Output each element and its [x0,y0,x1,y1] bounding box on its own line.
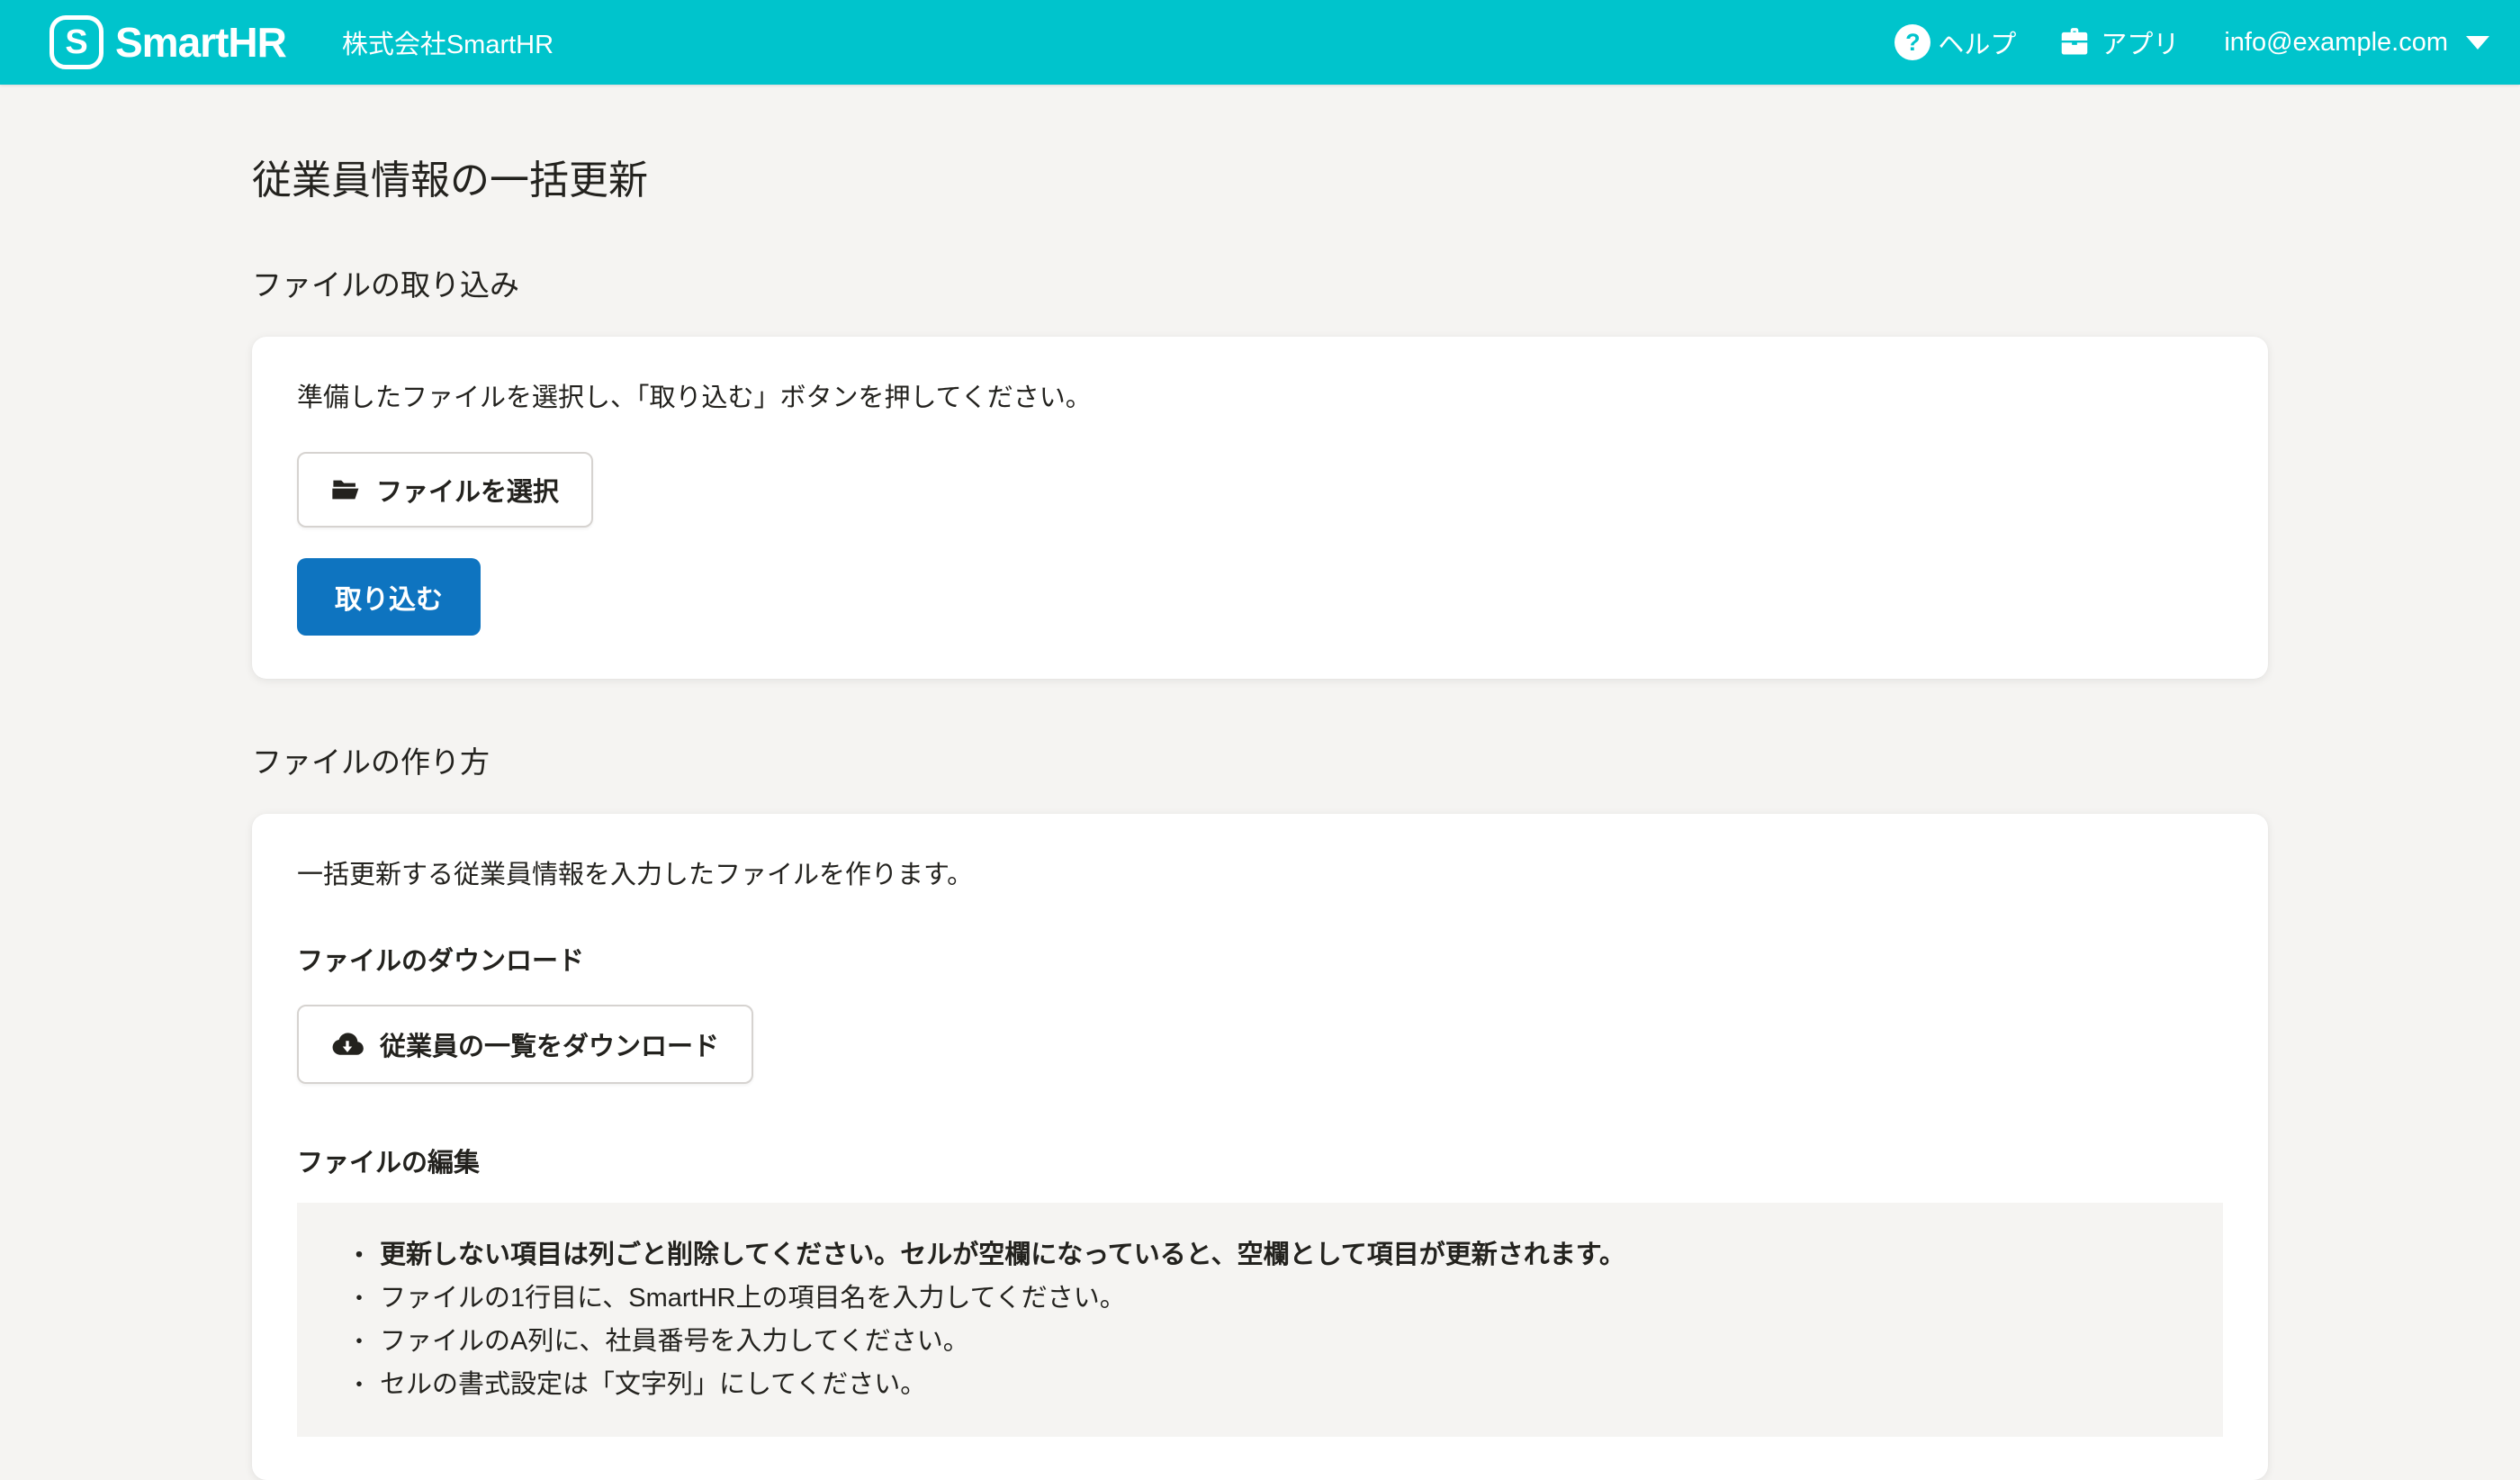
create-card: 一括更新する従業員情報を入力したファイルを作ります。 ファイルのダウンロード 従… [252,814,2268,1480]
help-label: ヘルプ [1938,23,2016,61]
company-name: 株式会社SmartHR [342,23,554,61]
download-employees-button[interactable]: 従業員の一覧をダウンロード [297,1005,753,1084]
help-link[interactable]: ? ヘルプ [1894,23,2016,61]
smarthr-logo-mark-icon: S [50,15,104,69]
import-description: 準備したファイルを選択し、「取り込む」ボタンを押してください。 [297,380,2223,416]
smarthr-logo[interactable]: S SmartHR [50,15,286,69]
account-menu[interactable]: info@example.com [2224,28,2489,58]
download-subheading: ファイルのダウンロード [297,940,2223,978]
apps-link[interactable]: アプリ [2057,23,2179,61]
create-description: 一括更新する従業員情報を入力したファイルを作ります。 [297,857,2223,893]
edit-note-item: 更新しない項目は列ごと削除してください。セルが空欄になっていると、空欄として項目… [347,1233,2196,1277]
edit-note-item: ファイルの1行目に、SmartHR上の項目名を入力してください。 [347,1277,2196,1320]
select-file-button-label: ファイルを選択 [376,471,559,509]
caret-down-icon [2466,36,2489,50]
account-email: info@example.com [2224,28,2448,58]
app-header: S SmartHR 株式会社SmartHR ? ヘルプ アプリ info@exa… [0,0,2520,85]
import-card: 準備したファイルを選択し、「取り込む」ボタンを押してください。 ファイルを選択 … [252,337,2268,679]
folder-open-icon [331,475,360,504]
edit-note-item: ファイルのA列に、社員番号を入力してください。 [347,1320,2196,1363]
import-button[interactable]: 取り込む [297,558,481,636]
smarthr-logo-text: SmartHR [115,18,286,67]
edit-note-item: セルの書式設定は「文字列」にしてください。 [347,1363,2196,1406]
edit-subheading: ファイルの編集 [297,1142,2223,1179]
select-file-button[interactable]: ファイルを選択 [297,452,593,528]
import-section-heading: ファイルの取り込み [252,261,2268,304]
create-section-heading: ファイルの作り方 [252,738,2268,781]
cloud-download-icon [331,1028,364,1060]
apps-label: アプリ [2101,23,2179,61]
main-content: 従業員情報の一括更新 ファイルの取り込み 準備したファイルを選択し、「取り込む」… [0,85,2520,1480]
download-employees-button-label: 従業員の一覧をダウンロード [380,1025,719,1063]
question-circle-icon: ? [1894,24,1930,60]
edit-notes-list: 更新しない項目は列ごと削除してください。セルが空欄になっていると、空欄として項目… [347,1233,2196,1406]
briefcase-icon [2057,25,2092,59]
page-title: 従業員情報の一括更新 [252,85,2268,205]
edit-notes-box: 更新しない項目は列ごと削除してください。セルが空欄になっていると、空欄として項目… [297,1203,2223,1437]
